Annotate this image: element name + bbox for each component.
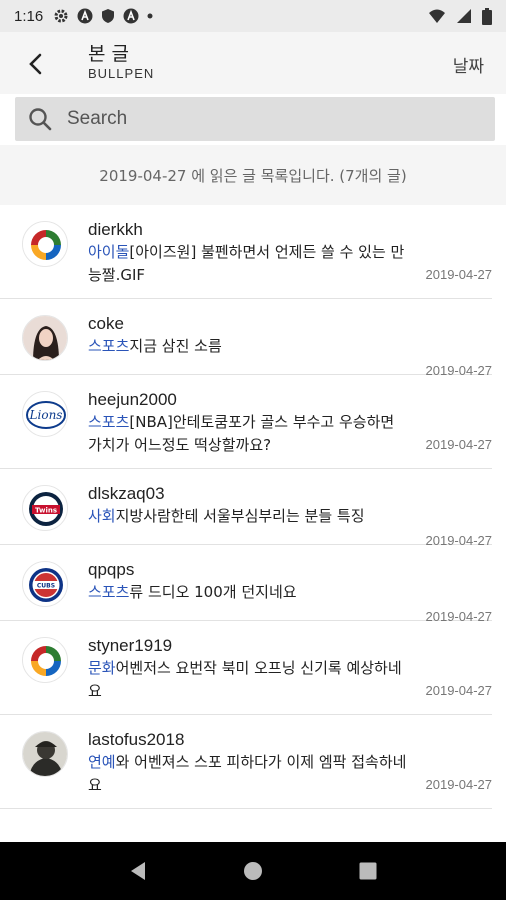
svg-text:Lions: Lions xyxy=(29,408,63,422)
status-bar: 1:16 xyxy=(0,0,506,32)
post-title: 스포츠[NBA]안테토쿰포가 골스 부수고 우승하면 가치가 어느정도 떡상할까… xyxy=(88,411,408,457)
list-item[interactable]: dierkkh 아이돌[아이즈원] 불펜하면서 언제든 쓸 수 있는 만능짤.GI… xyxy=(0,205,492,299)
avatar xyxy=(22,221,68,267)
status-system-icons xyxy=(428,7,492,25)
list-item[interactable]: styner1919 문화어벤저스 요번작 북미 오프닝 신기록 예상하네요 201… xyxy=(0,621,492,715)
post-text: [NBA]안테토쿰포가 골스 부수고 우승하면 가치가 어느정도 떡상할까요? xyxy=(88,413,395,454)
list-item[interactable]: lastofus2018 연예와 어벤져스 스포 피하다가 이제 엠팍 접속하네요… xyxy=(0,715,492,809)
search-bar[interactable] xyxy=(15,97,495,141)
back-triangle-icon[interactable] xyxy=(126,859,150,883)
avatar: Lions xyxy=(22,391,68,437)
a-icon xyxy=(123,8,139,24)
username: coke xyxy=(88,314,124,333)
list-item-content: dierkkh 아이돌[아이즈원] 불펜하면서 언제든 쓸 수 있는 만능짤.GI… xyxy=(88,219,492,298)
date-button[interactable]: 날짜 xyxy=(453,52,484,77)
post-title: 스포츠지금 삼진 소름 xyxy=(88,335,408,358)
avatar xyxy=(22,315,68,361)
post-text: 어벤저스 요번작 북미 오프닝 신기록 예상하네요 xyxy=(88,659,402,700)
post-title: 아이돌[아이즈원] 불펜하면서 언제든 쓸 수 있는 만능짤.GIF xyxy=(88,241,408,287)
home-circle-icon[interactable] xyxy=(241,859,265,883)
post-text: 지방사람한테 서울부심부리는 분들 특징 xyxy=(115,507,365,525)
page-subtitle: BULLPEN xyxy=(88,66,155,81)
status-time: 1:16 xyxy=(14,7,44,25)
category-label: 문화 xyxy=(88,659,116,677)
category-label: 사회 xyxy=(88,507,116,525)
post-date: 2019-04-27 xyxy=(425,267,493,282)
post-date: 2019-04-27 xyxy=(425,777,493,792)
svg-text:CUBS: CUBS xyxy=(37,583,55,590)
search-icon xyxy=(29,108,52,131)
avatar xyxy=(22,637,68,683)
username: dlskzaq03 xyxy=(88,484,165,503)
post-list: dierkkh 아이돌[아이즈원] 불펜하면서 언제든 쓸 수 있는 만능짤.GI… xyxy=(0,205,506,809)
post-text: 와 어벤져스 스포 피하다가 이제 엠팍 접속하네요 xyxy=(88,753,407,794)
dot-icon xyxy=(147,13,153,19)
list-item-content: styner1919 문화어벤저스 요번작 북미 오프닝 신기록 예상하네요 xyxy=(88,635,492,714)
post-title: 문화어벤저스 요번작 북미 오프닝 신기록 예상하네요 xyxy=(88,657,408,703)
list-item[interactable]: coke 스포츠지금 삼진 소름 2019-04-27 xyxy=(0,299,492,378)
username: qpqps xyxy=(88,560,135,579)
username: dierkkh xyxy=(88,220,143,239)
navigation-bar xyxy=(0,842,506,900)
category-label: 스포츠 xyxy=(88,413,130,431)
list-item-content: lastofus2018 연예와 어벤져스 스포 피하다가 이제 엠팍 접속하네요 xyxy=(88,729,492,808)
category-label: 스포츠 xyxy=(88,583,130,601)
status-notification-icons xyxy=(53,8,153,24)
app-bar: 본 글 BULLPEN 날짜 xyxy=(0,32,506,94)
post-title: 스포츠류 드디오 100개 던지네요 xyxy=(88,581,408,604)
username: lastofus2018 xyxy=(88,730,185,749)
post-date: 2019-04-27 xyxy=(425,437,493,452)
list-item[interactable]: CUBS qpqps 스포츠류 드디오 100개 던지네요 2019-04-27 xyxy=(0,545,492,624)
list-item[interactable]: Twins dlskzaq03 사회지방사람한테 서울부심부리는 분들 특징 2019… xyxy=(0,469,492,548)
avatar: Twins xyxy=(22,485,68,531)
recents-square-icon[interactable] xyxy=(356,859,380,883)
list-item-content: heejun2000 스포츠[NBA]안테토쿰포가 골스 부수고 우승하면 가치가… xyxy=(88,389,492,468)
post-date: 2019-04-27 xyxy=(425,683,493,698)
category-label: 연예 xyxy=(88,753,116,771)
username: heejun2000 xyxy=(88,390,177,409)
read-list-info: 2019-04-27 에 읽은 글 목록입니다. (7개의 글) xyxy=(0,145,506,205)
post-title: 사회지방사람한테 서울부심부리는 분들 특징 xyxy=(88,505,408,528)
shield-icon xyxy=(102,9,115,23)
list-item[interactable]: Lions heejun2000 스포츠[NBA]안테토쿰포가 골스 부수고 우승하… xyxy=(0,375,492,469)
page-title: 본 글 xyxy=(88,43,129,65)
svg-text:Twins: Twins xyxy=(35,507,57,515)
gear-icon xyxy=(54,9,68,23)
post-text: [아이즈원] 불펜하면서 언제든 쓸 수 있는 만능짤.GIF xyxy=(88,243,405,284)
post-title: 연예와 어벤져스 스포 피하다가 이제 엠팍 접속하네요 xyxy=(88,751,408,797)
avatar xyxy=(22,731,68,777)
back-arrow-icon[interactable] xyxy=(22,50,50,78)
signal-icon xyxy=(457,9,471,23)
a-icon xyxy=(77,8,93,24)
category-label: 아이돌 xyxy=(88,243,130,261)
post-text: 류 드디오 100개 던지네요 xyxy=(129,583,297,601)
category-label: 스포츠 xyxy=(88,337,130,355)
post-text: 지금 삼진 소름 xyxy=(129,337,222,355)
avatar: CUBS xyxy=(22,561,68,607)
username: styner1919 xyxy=(88,636,173,655)
wifi-icon xyxy=(429,9,445,23)
battery-icon xyxy=(482,7,492,25)
title-block: 본 글 BULLPEN xyxy=(88,42,154,81)
search-input[interactable] xyxy=(67,108,447,130)
